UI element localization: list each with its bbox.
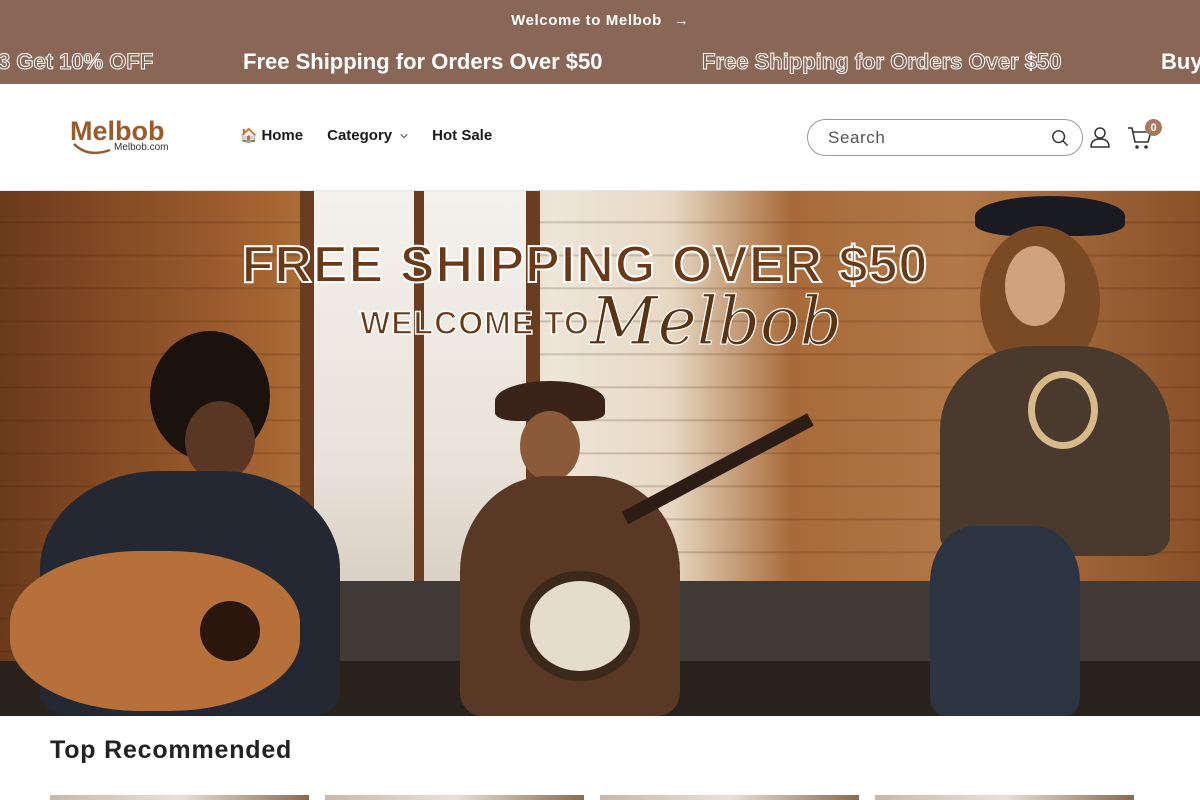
nav-item-home[interactable]: 🏠 Home [240,127,303,144]
hero-headline: FREE SHIPPING OVER $50 [241,235,929,295]
product-card[interactable] [875,795,1134,800]
melbob-logo[interactable]: Melbob Melbob.com [70,114,182,160]
product-card[interactable] [325,795,584,800]
cart-count-badge[interactable]: 0 [1145,119,1162,136]
account-icon[interactable] [1089,126,1111,148]
section-title: Top Recommended [50,736,293,764]
arrow-right-icon: → [673,11,689,29]
search-icon[interactable] [1051,129,1069,147]
announcement-bar[interactable]: Welcome to Melbob → [0,0,1200,40]
nav-item-label: Category [327,127,393,144]
marquee-item: Buy [1161,49,1200,74]
announcement-text[interactable]: Welcome to Melbob [511,12,662,29]
marquee-item: 3 Get 10% OFF [0,49,154,75]
product-card[interactable] [600,795,859,800]
guitarist-figure [0,331,360,716]
hero-banner[interactable]: FREE SHIPPING OVER $50 WELCOME TO Melbob [0,191,1200,716]
nav-item-label: Hot Sale [432,127,493,144]
hero-brand-script: Melbob [589,282,842,360]
product-cards-row [50,795,1150,800]
search-input[interactable] [828,127,1038,148]
site-header: Melbob Melbob.com 🏠 Home Category Hot Sa… [0,84,1200,191]
hero-welcome: WELCOME TO [359,304,590,342]
promo-marquee: 3 Get 10% OFF Free Shipping for Orders O… [0,40,1200,84]
marquee-item: Free Shipping for Orders Over $50 [243,49,603,74]
nav-item-category[interactable]: Category [327,127,408,144]
home-icon: 🏠 [240,127,258,143]
marquee-item: Free Shipping for Orders Over $50 [701,49,1062,75]
logo-domain: Melbob.com [114,142,168,153]
nav-item-hot-sale[interactable]: Hot Sale [432,127,492,144]
product-card[interactable] [50,795,309,800]
banjo-player-figure [440,381,814,716]
search-bar[interactable] [807,119,1083,156]
main-nav: 🏠 Home Category Hot Sale [240,127,516,144]
chevron-down-icon [400,133,408,138]
nav-item-label: Home [261,127,304,144]
